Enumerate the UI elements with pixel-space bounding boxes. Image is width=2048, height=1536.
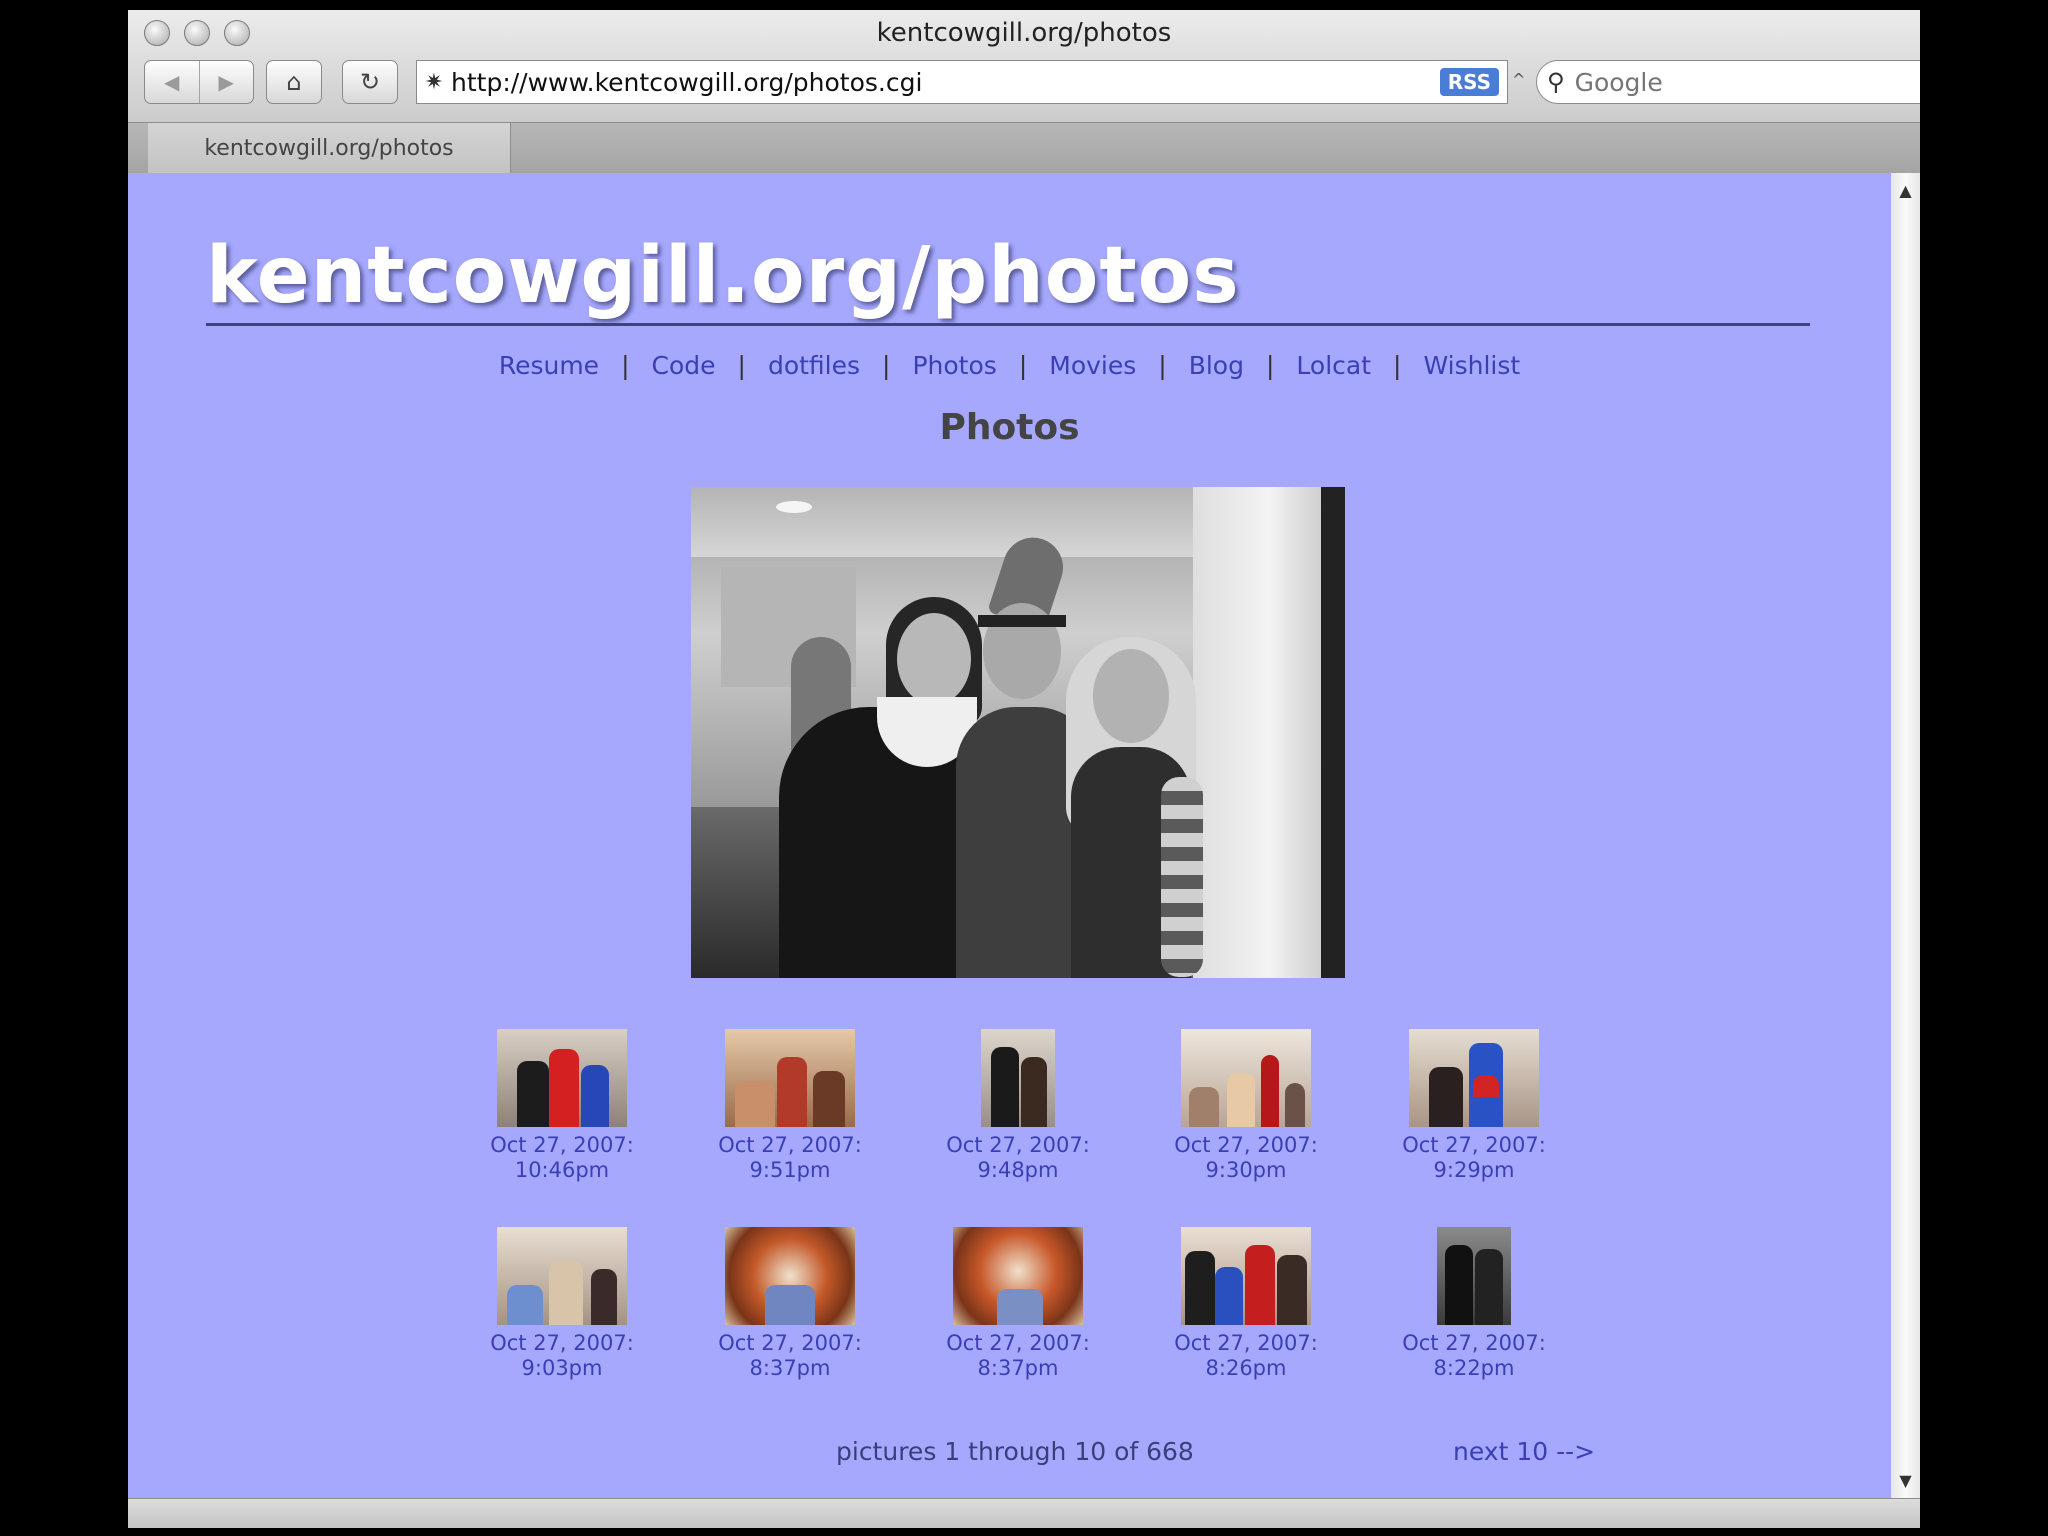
thumbnail-image[interactable] [1409,1029,1539,1127]
window-title: kentcowgill.org/photos [876,18,1172,48]
site-navigation: Resume | Code | dotfiles | Photos | Movi… [128,351,1891,380]
thumbnail-image[interactable] [1437,1227,1511,1325]
back-forward-buttons: ◀ ▶ [144,60,254,104]
nav-separator: | [737,351,746,380]
scroll-up-arrow-icon[interactable]: ▲ [1891,181,1920,200]
photo-striped-sleeve [1161,777,1203,977]
nav-separator: | [882,351,891,380]
status-bar [128,1498,1920,1528]
back-arrow-icon[interactable]: ◀ [145,61,200,103]
scroll-down-arrow-icon[interactable]: ▼ [1891,1471,1920,1490]
thumbnail-image[interactable] [1181,1227,1311,1325]
site-favicon-icon: ✷ [424,69,444,95]
thumbnail-caption[interactable]: Oct 27, 2007: 8:22pm [1402,1331,1546,1381]
page-content: kentcowgill.org/photos Resume | Code | d… [128,173,1891,1498]
featured-photo[interactable] [691,487,1345,978]
photo-flapper-headband [978,615,1066,627]
title-bar: kentcowgill.org/photos ◀ ▶ ⌂ ↻ ✷ http://… [128,10,1920,130]
tab-strip: kentcowgill.org/photos [128,122,1920,174]
url-text[interactable]: http://www.kentcowgill.org/photos.cgi [451,68,1440,97]
thumbnail-item: Oct 27, 2007: 8:37pm [676,1227,904,1381]
thumbnail-caption[interactable]: Oct 27, 2007: 9:30pm [1174,1133,1318,1183]
thumbnail-item: Oct 27, 2007: 9:51pm [676,1029,904,1183]
thumbnail-image[interactable] [953,1227,1083,1325]
tab-kentcowgill-photos[interactable]: kentcowgill.org/photos [148,123,511,173]
nav-link-resume[interactable]: Resume [499,351,599,380]
nav-link-wishlist[interactable]: Wishlist [1423,351,1520,380]
thumbnail-caption[interactable]: Oct 27, 2007: 10:46pm [490,1133,634,1183]
thumbnail-caption[interactable]: Oct 27, 2007: 9:51pm [718,1133,862,1183]
rss-button[interactable]: RSS [1439,68,1499,96]
photo-nun-face [897,613,971,705]
thumbnail-item: Oct 27, 2007: 10:46pm [448,1029,676,1183]
thumbnail-image[interactable] [497,1029,627,1127]
thumbnail-image[interactable] [981,1029,1055,1127]
thumbnail-grid: Oct 27, 2007: 10:46pm Oct 27, 2007: 9:51pm [448,1029,1546,1381]
nav-link-code[interactable]: Code [652,351,716,380]
title-divider [206,323,1810,326]
nav-separator: | [1393,351,1402,380]
nav-link-blog[interactable]: Blog [1189,351,1244,380]
nav-separator: | [1265,351,1275,380]
thumbnail-image[interactable] [1181,1029,1311,1127]
next-page-link[interactable]: next 10 --> [1453,1437,1595,1466]
thumbnail-item: Oct 27, 2007: 9:30pm [1132,1029,1360,1183]
reload-button[interactable]: ↻ [342,60,398,104]
thumbnail-caption[interactable]: Oct 27, 2007: 8:26pm [1174,1331,1318,1381]
thumbnail-item: Oct 27, 2007: 9:03pm [448,1227,676,1381]
nav-separator: | [1158,351,1167,380]
thumbnail-item: Oct 27, 2007: 9:29pm [1360,1029,1588,1183]
home-button[interactable]: ⌂ [266,60,322,104]
photo-ceiling-light [776,501,812,513]
thumbnail-caption[interactable]: Oct 27, 2007: 9:03pm [490,1331,634,1381]
photo-door-frame [1193,487,1321,978]
photo-blonde-face [1093,649,1169,743]
address-bar[interactable]: ✷ http://www.kentcowgill.org/photos.cgi … [416,60,1508,104]
thumbnail-caption[interactable]: Oct 27, 2007: 9:29pm [1402,1133,1546,1183]
search-input[interactable] [1572,66,1920,98]
home-icon: ⌂ [286,68,302,96]
search-icon[interactable]: ⚲ [1547,68,1565,96]
thumbnail-item: Oct 27, 2007: 8:22pm [1360,1227,1588,1381]
thumbnail-image[interactable] [725,1227,855,1325]
thumbnail-image[interactable] [497,1227,627,1325]
thumbnail-caption[interactable]: Oct 27, 2007: 8:37pm [946,1331,1090,1381]
vertical-scrollbar[interactable]: ▲ ▼ [1891,173,1920,1498]
thumbnail-item: Oct 27, 2007: 9:48pm [904,1029,1132,1183]
nav-link-lolcat[interactable]: Lolcat [1296,351,1371,380]
pagination-status: pictures 1 through 10 of 668 [836,1437,1194,1466]
reload-icon: ↻ [359,68,381,96]
thumbnail-caption[interactable]: Oct 27, 2007: 9:48pm [946,1133,1090,1183]
photo-doorway [1321,487,1345,978]
nav-link-dotfiles[interactable]: dotfiles [768,351,860,380]
thumbnail-item: Oct 27, 2007: 8:26pm [1132,1227,1360,1381]
nav-link-photos[interactable]: Photos [912,351,996,380]
thumbnail-item: Oct 27, 2007: 8:37pm [904,1227,1132,1381]
nav-link-movies[interactable]: Movies [1049,351,1136,380]
page-heading: Photos [939,407,1080,448]
nav-separator: | [1018,351,1028,380]
search-field[interactable]: ⚲ [1536,60,1920,104]
nav-separator: | [621,351,630,380]
thumbnail-image[interactable] [725,1029,855,1127]
thumbnail-caption[interactable]: Oct 27, 2007: 8:37pm [718,1331,862,1381]
browser-window: kentcowgill.org/photos ◀ ▶ ⌂ ↻ ✷ http://… [128,10,1920,1528]
site-title: kentcowgill.org/photos [206,231,1240,321]
forward-arrow-icon[interactable]: ▶ [200,61,254,103]
url-dropdown-icon[interactable]: ^ [1512,70,1525,89]
